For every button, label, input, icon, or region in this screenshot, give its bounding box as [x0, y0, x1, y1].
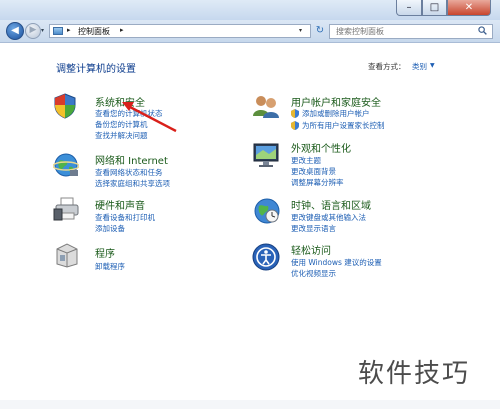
ease-of-access-icon[interactable]: [252, 243, 280, 271]
clock-globe-icon[interactable]: [253, 196, 281, 224]
programs-box-icon[interactable]: [55, 242, 79, 268]
page-title: 调整计算机的设置: [56, 64, 136, 75]
system-security-shield-icon[interactable]: [54, 93, 76, 119]
minimize-button[interactable]: –: [396, 0, 422, 16]
printer-icon[interactable]: [53, 196, 81, 222]
link-change-desktop-background[interactable]: 更改桌面背景: [291, 166, 336, 177]
link-recommended-settings[interactable]: 使用 Windows 建议的设置: [291, 257, 382, 268]
link-homegroup-sharing[interactable]: 选择家庭组和共享选项: [95, 178, 170, 189]
link-optimize-visual-display[interactable]: 优化视频显示: [291, 268, 336, 279]
breadcrumb-separator-2[interactable]: ▸: [120, 26, 124, 34]
link-uninstall-program[interactable]: 卸载程序: [95, 261, 125, 272]
category-ease-of-access[interactable]: 轻松访问: [291, 242, 331, 257]
breadcrumb-separator[interactable]: ▸: [67, 26, 71, 34]
link-backup-computer[interactable]: 备份您的计算机: [95, 119, 148, 130]
search-input[interactable]: [336, 25, 476, 37]
maximize-button[interactable]: □: [422, 0, 447, 16]
link-devices-printers[interactable]: 查看设备和打印机: [95, 212, 155, 223]
link-network-status[interactable]: 查看网络状态和任务: [95, 167, 163, 178]
category-hardware-sound[interactable]: 硬件和声音: [95, 197, 145, 212]
users-icon[interactable]: [251, 94, 281, 118]
monitor-icon[interactable]: [252, 142, 282, 168]
link-troubleshoot[interactable]: 查找并解决问题: [95, 130, 148, 141]
link-add-device[interactable]: 添加设备: [95, 223, 125, 234]
link-view-computer-status[interactable]: 查看您的计算机状态: [95, 108, 163, 119]
control-panel-folder-icon: [53, 27, 63, 35]
forward-button[interactable]: ▶: [25, 23, 41, 39]
network-globe-icon[interactable]: [53, 152, 79, 178]
view-by-dropdown[interactable]: 类别: [412, 61, 427, 72]
category-clock-language-region[interactable]: 时钟、语言和区域: [291, 197, 371, 212]
toolbar-divider: [0, 42, 500, 43]
link-change-input-method[interactable]: 更改键盘或其他输入法: [291, 212, 366, 223]
recent-pages-dropdown[interactable]: ▾: [41, 27, 44, 34]
link-screen-resolution[interactable]: 调整屏幕分辨率: [291, 177, 344, 188]
refresh-button[interactable]: ↻: [314, 25, 326, 37]
link-change-theme[interactable]: 更改主题: [291, 155, 321, 166]
address-history-dropdown[interactable]: ▾: [299, 27, 302, 34]
view-by-arrow-icon[interactable]: ▼: [430, 62, 435, 69]
view-by-label: 查看方式：: [368, 62, 406, 71]
category-appearance[interactable]: 外观和个性化: [291, 140, 351, 155]
watermark-text: 软件技巧: [358, 359, 471, 389]
category-network-internet[interactable]: 网络和 Internet: [95, 152, 168, 167]
search-icon[interactable]: [478, 26, 487, 35]
close-button[interactable]: ✕: [447, 0, 491, 16]
breadcrumb-control-panel[interactable]: 控制面板: [78, 26, 110, 37]
uac-shield-icon: [291, 109, 299, 118]
uac-shield-icon: [291, 121, 299, 130]
link-parental-controls[interactable]: 为所有用户设置家长控制: [302, 120, 385, 131]
link-add-remove-users[interactable]: 添加或删除用户帐户: [302, 108, 370, 119]
category-programs[interactable]: 程序: [95, 245, 115, 260]
window-bottom-edge: [0, 400, 500, 409]
link-change-display-language[interactable]: 更改显示语言: [291, 223, 336, 234]
category-user-accounts[interactable]: 用户帐户和家庭安全: [291, 94, 381, 109]
back-button[interactable]: ◀: [6, 22, 24, 40]
category-system-security[interactable]: 系统和安全: [95, 94, 145, 109]
